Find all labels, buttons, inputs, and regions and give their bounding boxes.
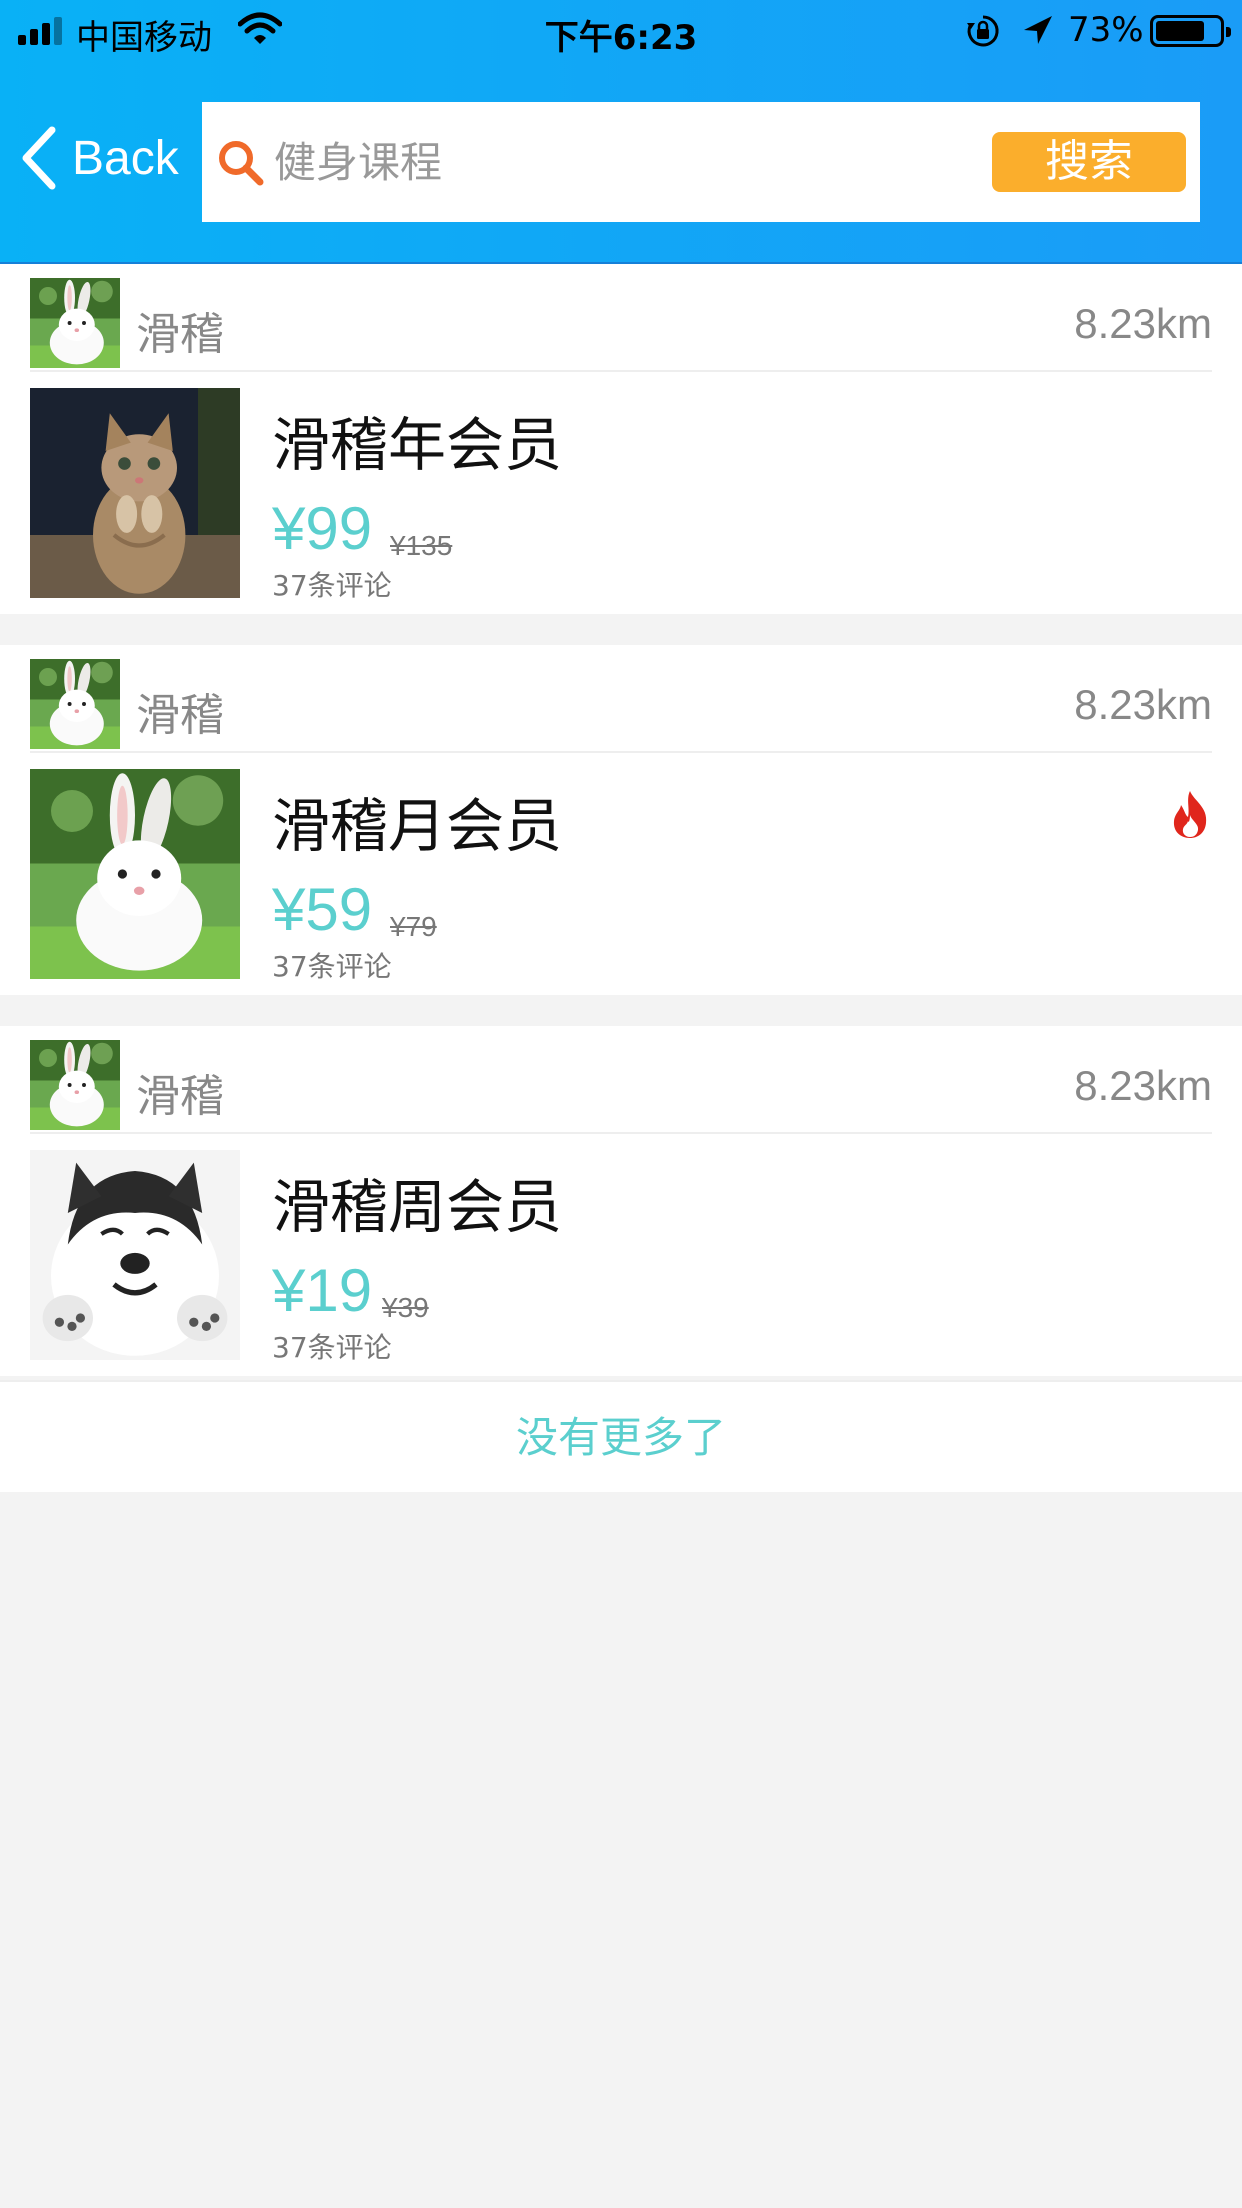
product-image xyxy=(30,769,240,979)
shop-name: 滑稽 xyxy=(136,309,224,360)
rotation-lock-icon xyxy=(967,15,999,47)
shop-avatar xyxy=(30,659,120,749)
back-button[interactable]: Back xyxy=(18,118,179,198)
battery-icon xyxy=(1150,15,1231,47)
original-price: ¥39 xyxy=(382,1292,429,1323)
price: ¥99 xyxy=(272,495,373,562)
product-image xyxy=(30,1150,240,1360)
list-item[interactable]: 滑稽 8.23km 滑稽月会员 ¥59 ¥79 37条评论 xyxy=(0,645,1242,995)
shop-row: 滑稽 8.23km xyxy=(30,659,1212,753)
wifi-icon xyxy=(238,12,282,44)
chevron-left-icon xyxy=(22,126,56,190)
price: ¥19 xyxy=(272,1257,373,1324)
product-image xyxy=(30,388,240,598)
carrier-name: 中国移动 xyxy=(76,18,212,58)
product-title: 滑稽年会员 xyxy=(272,411,563,479)
original-price: ¥79 xyxy=(390,911,437,942)
product-title: 滑稽月会员 xyxy=(272,792,563,860)
search-bar: 搜索 xyxy=(202,102,1200,222)
shop-name: 滑稽 xyxy=(136,1071,224,1122)
status-bar: 中国移动 下午6:23 73% xyxy=(0,0,1242,62)
price: ¥59 xyxy=(272,876,373,943)
review-count: 37条评论 xyxy=(272,1331,392,1364)
product-title: 滑稽周会员 xyxy=(272,1173,563,1241)
location-arrow-icon xyxy=(1024,16,1052,44)
search-button[interactable]: 搜索 xyxy=(992,132,1186,192)
shop-name: 滑稽 xyxy=(136,690,224,741)
app-header: 中国移动 下午6:23 73% Back 健身课程 搜索 xyxy=(0,0,1242,264)
distance: 8.23km xyxy=(1074,681,1212,728)
shop-avatar xyxy=(30,278,120,368)
search-input[interactable] xyxy=(274,126,874,198)
no-more-label: 没有更多了 xyxy=(0,1380,1242,1492)
review-count: 37条评论 xyxy=(272,569,392,602)
shop-avatar xyxy=(30,1040,120,1130)
original-price: ¥135 xyxy=(390,530,453,561)
distance: 8.23km xyxy=(1074,300,1212,347)
fire-icon xyxy=(1173,791,1207,838)
signal-strength-icon xyxy=(18,17,66,45)
review-count: 37条评论 xyxy=(272,950,392,983)
distance: 8.23km xyxy=(1074,1062,1212,1109)
list-item[interactable]: 滑稽 8.23km 滑稽年会员 ¥99 ¥135 37条评论 xyxy=(0,264,1242,614)
shop-row: 滑稽 8.23km xyxy=(30,278,1212,372)
list-item[interactable]: 滑稽 8.23km 滑稽周会员 ¥19 ¥39 37条评论 xyxy=(0,1026,1242,1376)
search-icon xyxy=(219,141,264,186)
battery-percentage: 73% xyxy=(1068,10,1144,50)
back-label: Back xyxy=(72,131,179,185)
shop-row: 滑稽 8.23km xyxy=(30,1040,1212,1134)
